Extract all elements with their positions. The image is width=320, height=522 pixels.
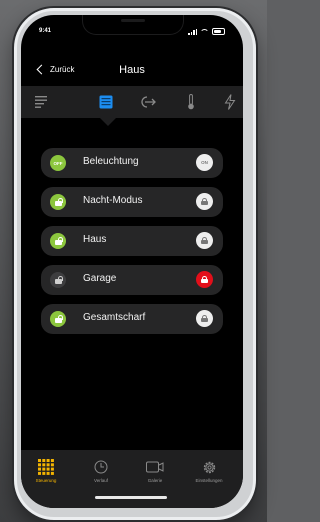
lock-icon (201, 236, 208, 245)
nav-bar: Zurück Haus (21, 60, 243, 84)
clock-icon (94, 460, 108, 474)
unlock-button[interactable] (50, 272, 66, 288)
on-label: ON (201, 160, 208, 165)
tab-verlauf[interactable]: Verlauf (79, 458, 123, 483)
speaker-grille (121, 19, 145, 22)
tab-label: Verlauf (93, 478, 108, 483)
lock-button[interactable] (196, 310, 213, 327)
wifi-icon (200, 28, 209, 35)
switch-list: OFF Beleuchtung ON Nacht-Modus Haus Gara… (41, 148, 223, 343)
signal-icon (188, 28, 197, 35)
on-button[interactable]: ON (196, 154, 213, 171)
exit-icon (141, 96, 156, 108)
tab-exit[interactable] (138, 92, 158, 112)
lock-open-icon (54, 315, 63, 323)
lock-icon (201, 197, 208, 206)
tab-einstellungen[interactable]: Einstellungen (187, 458, 231, 483)
tab-label: Galerie (147, 478, 163, 483)
gear-icon (203, 461, 215, 473)
tab-lightning[interactable] (220, 92, 240, 112)
row-label: Nacht-Modus (83, 195, 143, 206)
row-label: Garage (83, 273, 117, 284)
tab-steuerung[interactable]: Steuerung (24, 458, 68, 483)
list-item-nacht-modus: Nacht-Modus (41, 187, 223, 217)
category-tabbar (21, 86, 243, 118)
list-icon (35, 96, 47, 108)
grid-icon (38, 459, 54, 475)
lock-open-icon (54, 276, 63, 284)
lightning-icon (224, 94, 236, 110)
control-panel-icon (99, 95, 113, 109)
tab-thermometer[interactable] (181, 92, 201, 112)
tab-galerie[interactable]: Galerie (133, 458, 177, 483)
unlock-button[interactable] (50, 311, 66, 327)
list-item-haus: Haus (41, 226, 223, 256)
off-label: OFF (53, 160, 63, 166)
lock-button[interactable] (196, 271, 213, 288)
list-item-gesamtscharf: Gesamtscharf (41, 304, 223, 334)
active-tab-pointer (100, 118, 116, 126)
tab-list[interactable] (32, 92, 52, 112)
tab-label: Steuerung (35, 478, 57, 483)
row-label: Beleuchtung (83, 156, 139, 167)
status-time: 9:41 (39, 28, 52, 34)
row-label: Haus (83, 234, 107, 245)
thermometer-icon (188, 94, 194, 110)
lock-open-icon (54, 198, 63, 206)
tab-label: Einstellungen (195, 478, 223, 483)
status-bar: 9:41 (21, 28, 243, 38)
battery-icon (212, 28, 225, 35)
status-icons (188, 28, 225, 35)
tab-control-panel[interactable] (96, 92, 116, 112)
phone-screen: 9:41 Zurück Haus OFF Beleuchtung ON Nach… (21, 15, 243, 508)
unlock-button[interactable] (50, 233, 66, 249)
camera-icon (146, 461, 164, 473)
list-item-garage: Garage (41, 265, 223, 295)
off-button[interactable]: OFF (50, 155, 66, 171)
lock-icon (201, 275, 208, 284)
page-title: Haus (119, 64, 145, 76)
row-label: Gesamtscharf (83, 312, 146, 323)
bottom-tabbar: Steuerung Verlauf Galerie Einstellungen (21, 450, 243, 508)
unlock-button[interactable] (50, 194, 66, 210)
lock-button[interactable] (196, 232, 213, 249)
lock-open-icon (54, 237, 63, 245)
list-item-beleuchtung: OFF Beleuchtung ON (41, 148, 223, 178)
lock-button[interactable] (196, 193, 213, 210)
lock-icon (201, 314, 208, 323)
home-indicator[interactable] (95, 496, 167, 499)
